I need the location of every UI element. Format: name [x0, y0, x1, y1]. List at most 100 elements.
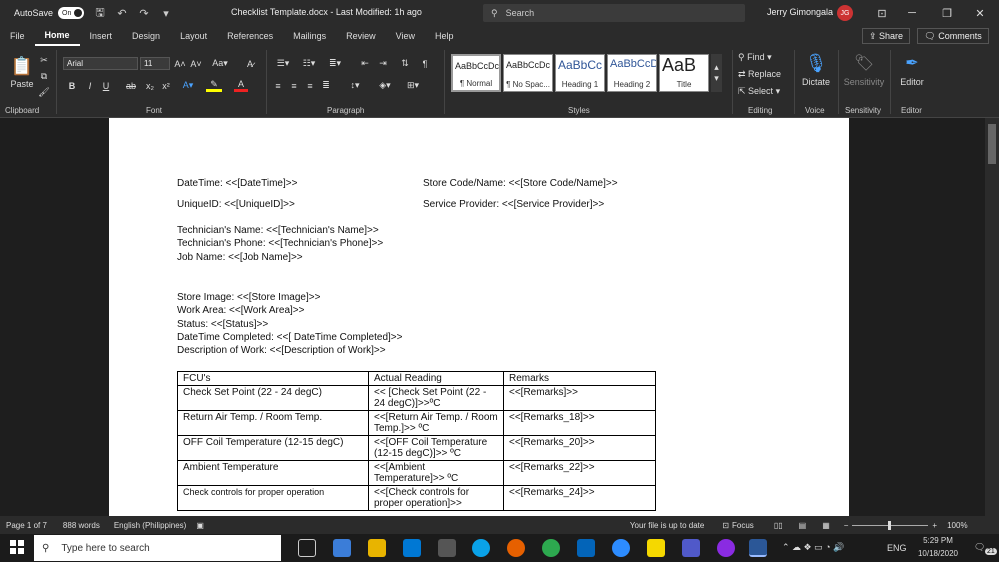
clock-date[interactable]: 10/18/2020 [912, 549, 964, 558]
style-normal[interactable]: AaBbCcDc ¶ Normal [451, 54, 501, 92]
subscript-icon[interactable]: x₂ [144, 79, 156, 92]
sensitivity-icon[interactable]: 🏷 [852, 50, 876, 76]
bold-icon[interactable]: B [66, 79, 78, 92]
zoom-icon[interactable] [612, 539, 630, 557]
borders-icon[interactable]: ⊞▾ [402, 79, 424, 92]
field-service-provider[interactable]: Service Provider: <<[Service Provider]>> [423, 199, 604, 210]
tab-mailings[interactable]: Mailings [283, 26, 336, 46]
table-cell[interactable]: Ambient Temperature [177, 460, 369, 486]
tab-design[interactable]: Design [122, 26, 170, 46]
notification-icon[interactable]: 🗨 [974, 542, 985, 553]
style-title[interactable]: AaB Title [659, 54, 709, 92]
zoom-slider[interactable] [852, 520, 929, 530]
accessibility-icon[interactable]: ▣ [196, 521, 204, 530]
copy-icon[interactable]: ⧉ [38, 70, 50, 82]
shading-icon[interactable]: ◈▾ [374, 79, 396, 92]
mail-icon[interactable] [403, 539, 421, 557]
undo-icon[interactable]: ↶ [116, 7, 128, 20]
cut-icon[interactable]: ✂ [38, 54, 50, 66]
clock-time[interactable]: 5:29 PM [912, 536, 964, 545]
teams-icon[interactable] [682, 539, 700, 557]
close-icon[interactable]: ✕ [970, 4, 990, 22]
tab-references[interactable]: References [217, 26, 283, 46]
language[interactable]: English (Philippines) [114, 521, 186, 530]
highlight-icon[interactable]: ✎ [206, 79, 222, 92]
sensitivity-button[interactable]: Sensitivity [842, 76, 886, 88]
style-heading-1[interactable]: AaBbCc Heading 1 [555, 54, 605, 92]
save-icon[interactable]: 🖫 [94, 4, 106, 23]
field-datetime[interactable]: DateTime: <<[DateTime]>> [177, 178, 297, 189]
tab-review[interactable]: Review [336, 26, 386, 46]
chrome-icon[interactable] [542, 539, 560, 557]
document-title[interactable]: Checklist Template.docx - Last Modified:… [231, 7, 422, 17]
paste-icon[interactable]: 📋 [8, 52, 36, 80]
web-layout-icon[interactable]: ▦ [822, 521, 830, 530]
taskbar-search[interactable]: ⚲ Type here to search [34, 535, 281, 561]
tab-insert[interactable]: Insert [80, 26, 123, 46]
font-color-icon[interactable]: A [234, 79, 248, 92]
style-heading-2[interactable]: AaBbCcD Heading 2 [607, 54, 657, 92]
tab-layout[interactable]: Layout [170, 26, 217, 46]
search-box[interactable]: ⚲ Search [483, 4, 745, 22]
document-page[interactable]: DateTime: <<[DateTime]>> Store Code/Name… [109, 118, 849, 516]
windows-start-icon[interactable] [10, 540, 24, 554]
word-count[interactable]: 888 words [63, 521, 100, 530]
field-tech-name[interactable]: Technician's Name: <<[Technician's Name]… [177, 225, 379, 236]
editor-icon[interactable]: ✒ [900, 50, 924, 76]
editor-button[interactable]: Editor [896, 76, 928, 88]
table-cell[interactable]: <<[Return Air Temp. / Room Temp.]>> ºC [368, 410, 504, 436]
autosave-toggle[interactable]: On [58, 7, 85, 19]
focus-button[interactable]: Focus [732, 521, 754, 530]
sort-icon[interactable]: ⇅ [398, 57, 412, 70]
font-name-select[interactable]: Arial [63, 57, 138, 70]
field-datetime-completed[interactable]: DateTime Completed: <<[ DateTime Complet… [177, 332, 402, 343]
italic-icon[interactable]: I [84, 79, 96, 92]
increase-indent-icon[interactable]: ⇥ [376, 57, 390, 70]
microphone-icon[interactable]: 🎙 [804, 50, 828, 76]
scrollbar-thumb[interactable] [988, 124, 996, 164]
read-mode-icon[interactable]: ▯▯ [774, 521, 783, 530]
table-cell[interactable]: <<[OFF Coil Temperature (12-15 degC)]>> … [368, 435, 504, 461]
outlook-icon[interactable] [577, 539, 595, 557]
field-status[interactable]: Status: <<[Status]>> [177, 319, 268, 330]
table-header[interactable]: FCU's [177, 371, 369, 386]
dictate-button[interactable]: Dictate [798, 76, 834, 88]
field-work-area[interactable]: Work Area: <<[Work Area]>> [177, 305, 304, 316]
table-cell[interactable]: Check Set Point (22 - 24 degC) [177, 385, 369, 411]
bullets-icon[interactable]: ☰▾ [272, 57, 294, 70]
tab-file[interactable]: File [0, 26, 35, 46]
store-icon[interactable] [438, 539, 456, 557]
line-spacing-icon[interactable]: ↕▾ [344, 79, 366, 92]
zoom-in-icon[interactable]: + [932, 521, 937, 530]
table-cell[interactable]: <<[Remarks]>> [503, 385, 656, 411]
field-description[interactable]: Description of Work: <<[Description of W… [177, 345, 386, 356]
field-unique-id[interactable]: UniqueID: <<[UniqueID]>> [177, 199, 295, 210]
page-count[interactable]: Page 1 of 7 [6, 521, 47, 530]
style-no-spacing[interactable]: AaBbCcDc ¶ No Spac... [503, 54, 553, 92]
share-button[interactable]: ⇪ Share [862, 28, 910, 44]
replace-button[interactable]: ⇄ Replace [738, 67, 788, 81]
field-store-code[interactable]: Store Code/Name: <<[Store Code/Name]>> [423, 178, 618, 189]
restore-icon[interactable]: ❐ [937, 4, 957, 22]
select-button[interactable]: ⇱ Select ▾ [738, 84, 788, 98]
input-language[interactable]: ENG [887, 543, 907, 553]
firefox-icon[interactable] [507, 539, 525, 557]
vertical-scrollbar[interactable] [985, 118, 999, 516]
table-cell[interactable]: <<[Remarks_22]>> [503, 460, 656, 486]
field-store-image[interactable]: Store Image: <<[Store Image]>> [177, 292, 320, 303]
format-painter-icon[interactable]: 🖌 [38, 86, 50, 98]
shrink-font-icon[interactable]: A˅ [190, 57, 202, 70]
table-cell[interactable]: << [Check Set Point (22 - 24 degC)]>>ºC [368, 385, 504, 411]
grow-font-icon[interactable]: A˄ [174, 57, 186, 70]
find-button[interactable]: ⚲ Find ▾ [738, 50, 788, 64]
justify-icon[interactable]: ≣ [320, 79, 332, 92]
focus-icon[interactable]: ⊡ [722, 521, 729, 530]
show-marks-icon[interactable]: ¶ [418, 57, 432, 70]
font-size-select[interactable]: 11 [140, 57, 170, 70]
table-header[interactable]: Actual Reading [368, 371, 504, 386]
superscript-icon[interactable]: x² [160, 79, 172, 92]
comments-button[interactable]: 🗨 Comments [917, 28, 989, 44]
clear-formatting-icon[interactable]: A̷ [244, 57, 256, 70]
viber-icon[interactable] [717, 539, 735, 557]
ribbon-display-icon[interactable]: ⊡ [872, 4, 892, 22]
